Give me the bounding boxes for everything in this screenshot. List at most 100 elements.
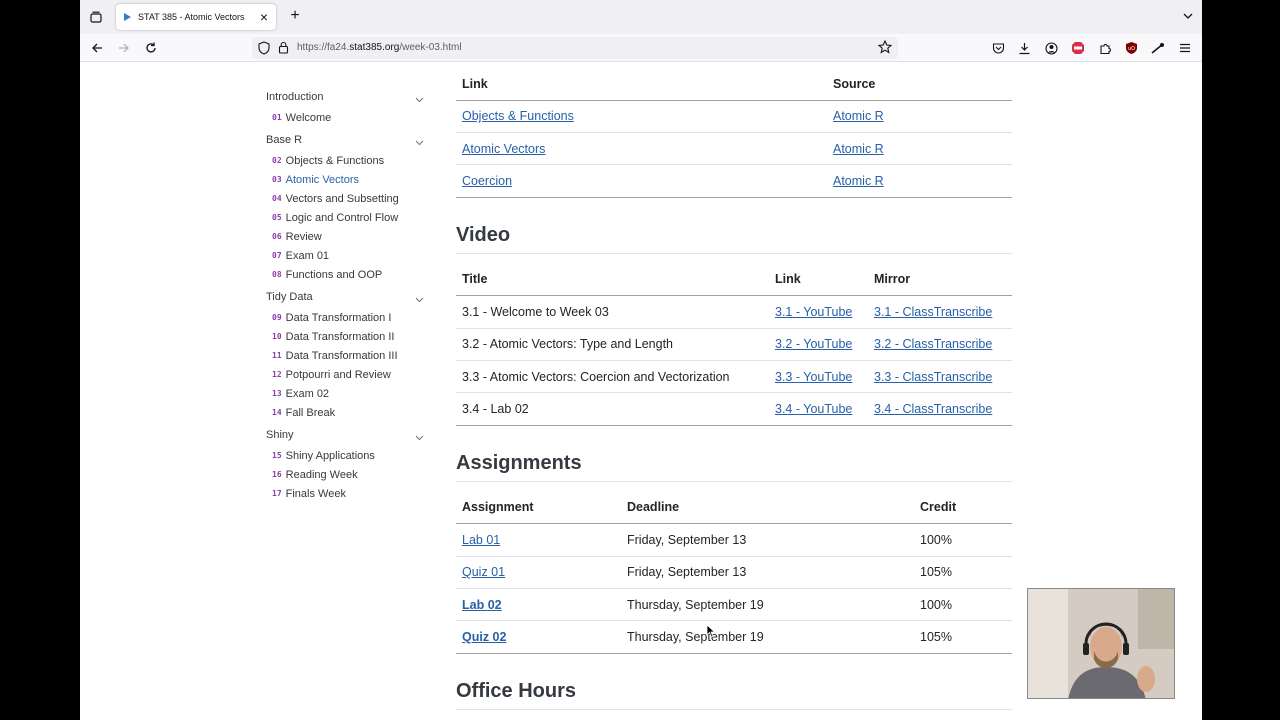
sidebar-item-label: Potpourri and Review [285, 368, 391, 381]
video-heading: Video [456, 224, 1012, 254]
downloads-button[interactable] [1016, 40, 1032, 56]
sidebar-item[interactable]: 11 Data Transformation III [266, 346, 426, 365]
video-title: 3.2 - Atomic Vectors: Type and Length [456, 328, 769, 361]
sidebar-item[interactable]: 08 Functions and OOP [266, 265, 426, 284]
sidebar-item[interactable]: 02 Objects & Functions [266, 151, 426, 170]
reading-link[interactable]: Coercion [462, 174, 512, 188]
sidebar-item-number: 10 [272, 332, 282, 341]
classtranscribe-link[interactable]: 3.3 - ClassTranscribe [874, 370, 992, 384]
sidebar-item-number: 01 [272, 113, 282, 122]
url-bar[interactable]: https://fa24.stat385.org/week-03.html [252, 37, 898, 59]
table-row: Coercion Atomic R [456, 164, 1012, 198]
source-link[interactable]: Atomic R [833, 174, 884, 188]
sidebar-item-number: 08 [272, 270, 282, 279]
back-button[interactable] [88, 39, 106, 57]
url-host: stat385.org [349, 42, 400, 53]
table-cell: 3.2 - YouTube [769, 328, 868, 361]
source-link[interactable]: Atomic R [833, 142, 884, 156]
reading-link[interactable]: Objects & Functions [462, 109, 574, 123]
forward-button[interactable] [115, 39, 133, 57]
extensions-button[interactable] [1097, 40, 1113, 56]
table-cell: Atomic R [827, 164, 1012, 198]
account-button[interactable] [1043, 40, 1059, 56]
sidebar-item[interactable]: 12 Potpourri and Review [266, 365, 426, 384]
reading-link[interactable]: Atomic Vectors [462, 142, 545, 156]
sidebar-item[interactable]: 16 Reading Week [266, 465, 426, 484]
new-tab-button[interactable]: + [287, 7, 303, 24]
play-favicon-icon [122, 12, 132, 22]
chevron-down-icon[interactable] [415, 294, 424, 306]
youtube-link[interactable]: 3.4 - YouTube [775, 402, 852, 416]
sidebar-item-number: 12 [272, 370, 282, 379]
reload-button[interactable] [142, 39, 160, 57]
url-text[interactable]: https://fa24.stat385.org/week-03.html [297, 42, 462, 53]
ublock-shield-icon: uO [1125, 42, 1137, 54]
extension-button[interactable] [1150, 40, 1166, 56]
tracking-shield-icon[interactable] [258, 41, 270, 60]
table-cell: Quiz 02 [456, 620, 621, 654]
sidebar-item-label: Data Transformation II [285, 330, 395, 343]
assignment-deadline: Friday, September 13 [621, 556, 914, 590]
source-link[interactable]: Atomic R [833, 109, 884, 123]
lock-icon[interactable] [278, 41, 289, 59]
pocket-button[interactable] [990, 40, 1006, 56]
tab-active[interactable]: STAT 385 - Atomic Vectors × [116, 4, 276, 30]
classtranscribe-link[interactable]: 3.4 - ClassTranscribe [874, 402, 992, 416]
video-header-link: Link [769, 263, 868, 297]
sidebar-item-number: 17 [272, 489, 282, 498]
sidebar-item[interactable]: 07 Exam 01 [266, 246, 426, 265]
tab-list-button[interactable] [86, 7, 106, 27]
sidebar-item[interactable]: 01 Welcome [266, 108, 426, 127]
adblock-extension-button[interactable] [1070, 40, 1086, 56]
table-cell: Atomic R [827, 132, 1012, 166]
sidebar-section-title: Introduction [266, 91, 324, 103]
sidebar-item[interactable]: 13 Exam 02 [266, 384, 426, 403]
bookmark-star-icon[interactable] [877, 39, 893, 59]
youtube-link[interactable]: 3.3 - YouTube [775, 370, 852, 384]
youtube-link[interactable]: 3.2 - YouTube [775, 337, 852, 351]
sidebar-item[interactable]: 14 Fall Break [266, 403, 426, 422]
sidebar-item[interactable]: 05 Logic and Control Flow [266, 208, 426, 227]
assignment-link[interactable]: Quiz 02 [462, 630, 506, 644]
sidebar-item[interactable]: 03 Atomic Vectors [266, 170, 426, 189]
assignment-credit: 100% [914, 523, 1012, 557]
close-tab-icon[interactable]: × [256, 9, 272, 25]
chevron-down-icon[interactable] [415, 94, 424, 106]
sidebar-item-label: Fall Break [285, 406, 336, 419]
sidebar-item-number: 03 [272, 175, 282, 184]
sidebar-item-label: Logic and Control Flow [285, 211, 399, 224]
classtranscribe-link[interactable]: 3.1 - ClassTranscribe [874, 305, 992, 319]
youtube-link[interactable]: 3.1 - YouTube [775, 305, 852, 319]
sidebar-section-header[interactable]: Base R [266, 132, 426, 151]
table-row: 3.2 - Atomic Vectors: Type and Length 3.2… [456, 328, 1012, 361]
table-row: Atomic Vectors Atomic R [456, 132, 1012, 166]
classtranscribe-link[interactable]: 3.2 - ClassTranscribe [874, 337, 992, 351]
presenter-video-image [1028, 589, 1174, 698]
chevron-down-icon[interactable] [415, 432, 424, 444]
sidebar-item[interactable]: 06 Review [266, 227, 426, 246]
table-row: 3.1 - Welcome to Week 03 3.1 - YouTube 3.1… [456, 295, 1012, 329]
video-table: Title Link Mirror 3.1 - Welcome to Week … [456, 263, 1012, 426]
sidebar-section-header[interactable]: Introduction [266, 89, 426, 108]
sidebar-item-number: 11 [272, 351, 282, 360]
assignment-link[interactable]: Lab 02 [462, 598, 502, 612]
assignment-credit: 105% [914, 556, 1012, 590]
sidebar-item[interactable]: 15 Shiny Applications [266, 446, 426, 465]
svg-text:uO: uO [1127, 46, 1134, 52]
sidebar-item[interactable]: 04 Vectors and Subsetting [266, 189, 426, 208]
assignment-link[interactable]: Quiz 01 [462, 565, 505, 579]
sidebar-item-number: 15 [272, 451, 282, 460]
sidebar-item[interactable]: 17 Finals Week [266, 484, 426, 503]
sidebar-item-label: Finals Week [285, 487, 346, 500]
list-all-tabs-button[interactable] [1180, 8, 1196, 24]
sidebar-section-header[interactable]: Shiny [266, 427, 426, 446]
pocket-icon [992, 42, 1004, 53]
assignment-link[interactable]: Lab 01 [462, 533, 500, 547]
sidebar-item[interactable]: 09 Data Transformation I [266, 308, 426, 327]
sidebar-item[interactable]: 10 Data Transformation II [266, 327, 426, 346]
sidebar-section-header[interactable]: Tidy Data [266, 289, 426, 308]
ublock-extension-button[interactable]: uO [1123, 40, 1139, 56]
app-menu-button[interactable] [1177, 40, 1193, 56]
assignment-credit: 105% [914, 620, 1012, 654]
chevron-down-icon[interactable] [415, 137, 424, 149]
